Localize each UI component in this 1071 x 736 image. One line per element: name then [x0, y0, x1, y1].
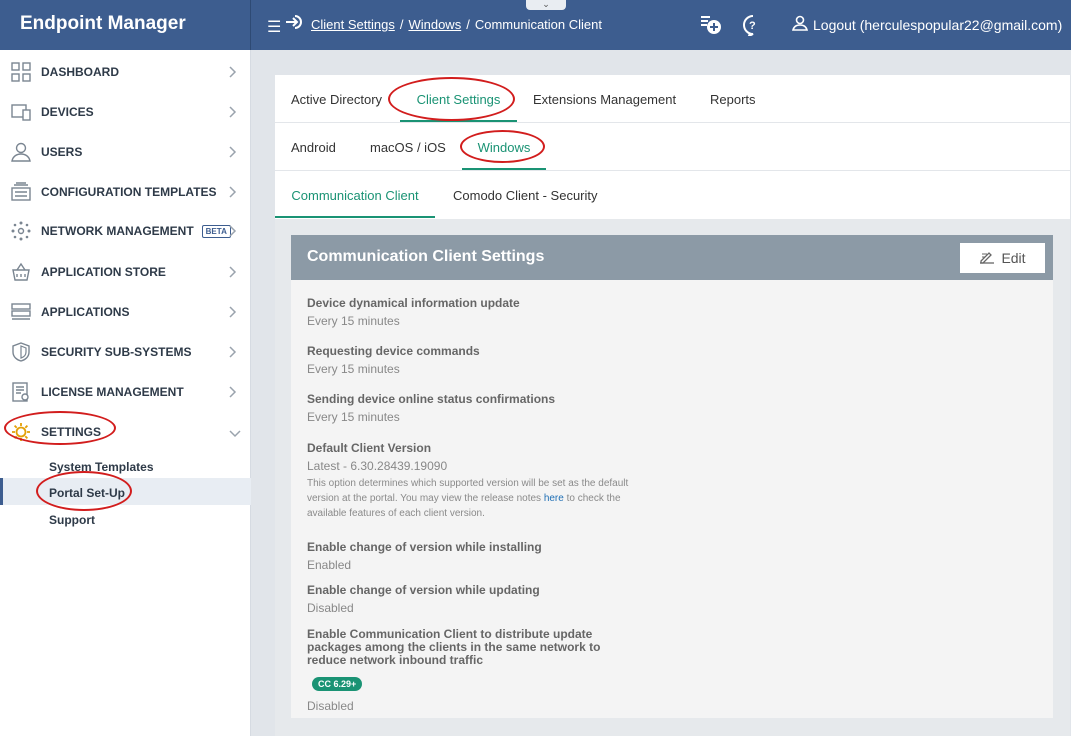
chevron-right-icon: [229, 145, 241, 159]
pencil-icon: [979, 250, 995, 267]
sidebar-item-applications[interactable]: APPLICATIONS: [0, 292, 251, 332]
shield-icon: [10, 341, 32, 363]
tab-extensions-management[interactable]: Extensions Management: [533, 75, 676, 122]
tab-comodo-client-security[interactable]: Comodo Client - Security: [453, 171, 598, 218]
chevron-right-icon: [229, 224, 241, 238]
sidebar-subitem-system-templates[interactable]: System Templates: [0, 452, 251, 479]
store-icon: [10, 261, 32, 283]
os-tabs: Android macOS / iOS Windows: [275, 123, 1070, 171]
sidebar-subitem-support[interactable]: Support: [0, 505, 251, 532]
templates-icon: [10, 181, 32, 203]
tab-client-settings[interactable]: Client Settings: [400, 75, 517, 122]
breadcrumb-windows[interactable]: Windows: [408, 17, 461, 32]
field-change-version-updating: Enable change of version while updating …: [307, 583, 540, 616]
chevron-right-icon: [229, 185, 241, 199]
field-distribute-update-packages: Enable Communication Client to distribut…: [307, 627, 601, 714]
tab-reports[interactable]: Reports: [710, 75, 756, 122]
breadcrumb-client-settings[interactable]: Client Settings: [311, 17, 395, 32]
edit-button[interactable]: Edit: [960, 243, 1045, 273]
release-notes-link[interactable]: here: [544, 493, 564, 504]
client-tabs: Communication Client Comodo Client - Sec…: [275, 171, 1070, 219]
breadcrumb-current: Communication Client: [474, 17, 602, 32]
chevron-right-icon: [229, 265, 241, 279]
card-header: Communication Client Settings Edit: [291, 235, 1053, 280]
chevron-right-icon: [229, 345, 241, 359]
collapse-header-toggle[interactable]: ⌄: [526, 0, 566, 10]
tab-active-directory[interactable]: Active Directory: [291, 75, 382, 122]
logout-label: Logout (herculespopular22@gmail.com): [813, 16, 1063, 33]
svg-text:?: ?: [749, 20, 756, 32]
license-icon: [10, 381, 32, 403]
sidebar-item-application-store[interactable]: APPLICATION STORE: [0, 252, 251, 292]
chevron-down-icon: [229, 425, 241, 439]
content-panel: Active Directory Client Settings Extensi…: [275, 75, 1070, 736]
sign-in-icon[interactable]: [285, 14, 303, 35]
help-icon[interactable]: ?: [742, 14, 762, 38]
add-device-icon[interactable]: [700, 14, 721, 34]
settings-card: Communication Client Settings Edit Devic…: [291, 235, 1053, 718]
chevron-right-icon: [229, 305, 241, 319]
sidebar: DASHBOARD DEVICES USERS CONFIGURATION TE…: [0, 50, 251, 736]
chevron-right-icon: [229, 65, 241, 79]
top-header: Endpoint Manager ☰ Client Settings / Windo…: [0, 0, 1071, 50]
field-online-status: Sending device online status confirmatio…: [307, 392, 556, 425]
sidebar-item-users[interactable]: USERS: [0, 132, 251, 172]
chevron-right-icon: [229, 105, 241, 119]
tab-android[interactable]: Android: [291, 123, 336, 170]
card-title: Communication Client Settings: [307, 248, 545, 265]
field-device-info-update: Device dynamical information update Ever…: [307, 296, 520, 329]
logout-button[interactable]: Logout (herculespopular22@gmail.com): [791, 15, 1063, 34]
field-requesting-commands: Requesting device commands Every 15 minu…: [307, 344, 480, 377]
sidebar-subitem-portal-set-up[interactable]: Portal Set-Up: [0, 478, 251, 505]
dashboard-icon: [10, 61, 32, 83]
field-default-client-version: Default Client Version Latest - 6.30.284…: [307, 442, 647, 521]
edit-label: Edit: [1001, 250, 1026, 266]
applications-icon: [10, 301, 32, 323]
tab-communication-client[interactable]: Communication Client: [275, 171, 435, 218]
devices-icon: [10, 101, 32, 123]
app-title: Endpoint Manager: [0, 0, 251, 50]
top-tabs: Active Directory Client Settings Extensi…: [275, 75, 1070, 123]
breadcrumb: Client Settings / Windows / Communication Cl…: [311, 17, 602, 32]
network-icon: [10, 220, 32, 242]
field-change-version-installing: Enable change of version while installin…: [307, 540, 542, 573]
sidebar-item-devices[interactable]: DEVICES: [0, 92, 251, 132]
sidebar-item-network-management[interactable]: NETWORK MANAGEMENT BETA: [0, 211, 251, 251]
beta-badge: BETA: [201, 224, 231, 238]
sidebar-item-settings[interactable]: SETTINGS: [0, 412, 251, 452]
version-badge: CC 6.29+: [312, 677, 363, 691]
sidebar-item-security-sub-systems[interactable]: SECURITY SUB-SYSTEMS: [0, 332, 251, 372]
sidebar-item-license-management[interactable]: LICENSE MANAGEMENT: [0, 372, 251, 412]
menu-icon[interactable]: ☰: [267, 17, 281, 37]
gear-icon: [10, 421, 32, 443]
tab-windows[interactable]: Windows: [462, 123, 546, 170]
chevron-right-icon: [229, 385, 241, 399]
user-icon: [791, 15, 809, 34]
default-version-note: This option determines which supported v…: [307, 478, 629, 519]
users-icon: [10, 141, 32, 163]
tab-macos-ios[interactable]: macOS / iOS: [370, 123, 446, 170]
sidebar-item-configuration-templates[interactable]: CONFIGURATION TEMPLATES: [0, 172, 251, 212]
sidebar-item-dashboard[interactable]: DASHBOARD: [0, 52, 251, 92]
